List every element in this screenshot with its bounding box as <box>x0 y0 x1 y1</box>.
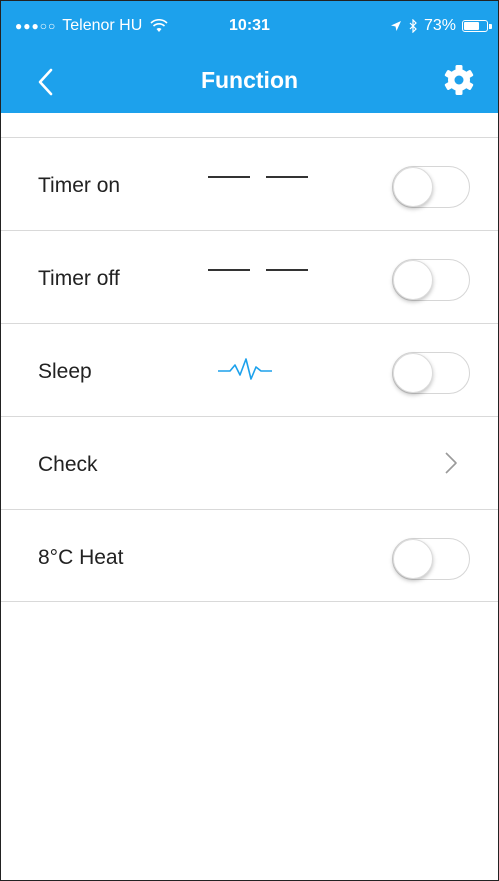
toggle-knob <box>393 260 433 300</box>
function-list: Timer on Timer off Sleep Check 8°C Heat <box>1 137 498 602</box>
list-item-8c-heat: 8°C Heat <box>1 509 498 602</box>
row-label: Sleep <box>38 360 92 383</box>
list-item-timer-off: Timer off <box>1 230 498 323</box>
row-label: Timer on <box>38 174 121 197</box>
location-arrow-icon <box>390 21 401 31</box>
heat-toggle[interactable] <box>392 538 470 580</box>
status-bar: ●●●○○ Telenor HU 10:31 73% <box>1 1 498 51</box>
list-item-check[interactable]: Check <box>1 416 498 509</box>
top-bar: ●●●○○ Telenor HU 10:31 73% Function <box>1 1 498 113</box>
sleep-toggle[interactable] <box>392 352 470 394</box>
toggle-knob <box>393 167 433 207</box>
sleep-wave-icon <box>218 358 272 380</box>
toggle-knob <box>393 353 433 393</box>
row-label: Check <box>38 453 98 476</box>
toggle-knob <box>393 539 433 579</box>
app-frame: ●●●○○ Telenor HU 10:31 73% Function Time… <box>0 0 499 881</box>
gear-icon[interactable] <box>442 63 476 97</box>
list-item-sleep: Sleep <box>1 323 498 416</box>
timer-off-toggle[interactable] <box>392 259 470 301</box>
row-label: Timer off <box>38 267 120 290</box>
status-right: 73% <box>390 17 492 35</box>
chevron-right-icon[interactable] <box>444 451 458 475</box>
page-title: Function <box>200 67 299 93</box>
battery-fill <box>464 22 479 30</box>
timer-on-value <box>208 176 308 180</box>
bluetooth-icon <box>409 19 417 33</box>
row-label: 8°C Heat <box>38 546 124 569</box>
battery-icon <box>462 20 492 32</box>
list-item-timer-on: Timer on <box>1 137 498 230</box>
battery-percent: 73% <box>423 17 456 34</box>
timer-on-toggle[interactable] <box>392 166 470 208</box>
nav-bar: Function <box>1 51 498 113</box>
timer-off-value <box>208 269 308 273</box>
